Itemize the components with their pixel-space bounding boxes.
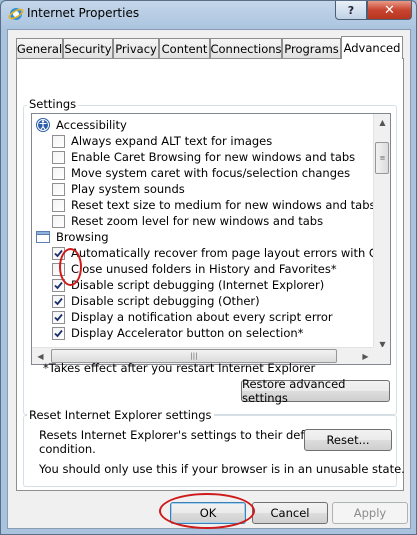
setting-label: Close unused folders in History and Favo… bbox=[71, 262, 337, 276]
setting-checkbox-row[interactable]: Automatically recover from page layout e… bbox=[52, 245, 391, 261]
restore-advanced-settings-button[interactable]: Restore advanced settings bbox=[241, 377, 390, 405]
setting-checkbox-row[interactable]: Play system sounds bbox=[52, 181, 185, 197]
setting-checkbox-row[interactable]: Reset zoom level for new windows and tab… bbox=[52, 213, 323, 229]
checkbox-checked[interactable] bbox=[52, 294, 65, 308]
setting-checkbox-row[interactable]: Disable script debugging (Other) bbox=[52, 293, 260, 309]
setting-label: Enable Caret Browsing for new windows an… bbox=[71, 150, 356, 164]
tab-connections[interactable]: Connections bbox=[210, 38, 282, 58]
setting-label: Play system sounds bbox=[71, 182, 185, 196]
setting-checkbox-row[interactable]: Move system caret with focus/selection c… bbox=[52, 165, 350, 181]
checkbox-unchecked[interactable] bbox=[52, 134, 65, 148]
setting-checkbox-row[interactable]: Display a notification about every scrip… bbox=[52, 309, 333, 325]
restart-footnote: *Takes effect after you restart Internet… bbox=[43, 361, 316, 375]
reset-description-line2: condition. bbox=[39, 442, 96, 456]
browsing-icon bbox=[35, 229, 51, 245]
title-bar[interactable]: Internet Properties ? ✕ bbox=[1, 1, 416, 27]
checkmark-icon bbox=[54, 249, 63, 257]
ok-button[interactable]: OK bbox=[170, 502, 246, 524]
cancel-button[interactable]: Cancel bbox=[252, 502, 328, 524]
setting-checkbox-row[interactable]: Display Accelerator button on selection* bbox=[52, 325, 303, 341]
close-button[interactable]: ✕ bbox=[367, 1, 412, 20]
setting-label: Accessibility bbox=[56, 118, 127, 132]
checkbox-unchecked[interactable] bbox=[52, 214, 65, 228]
scroll-corner bbox=[373, 347, 390, 364]
setting-label: Automatically recover from page layout e… bbox=[71, 246, 391, 260]
checkbox-checked[interactable] bbox=[52, 246, 65, 260]
tab-security[interactable]: Security bbox=[63, 38, 113, 58]
checkmark-icon bbox=[54, 281, 63, 289]
setting-checkbox-row[interactable]: Disable script debugging (Internet Explo… bbox=[52, 277, 324, 293]
tab-content[interactable]: Content bbox=[159, 38, 210, 58]
checkbox-unchecked[interactable] bbox=[52, 262, 65, 276]
setting-checkbox-row[interactable]: Reset text size to medium for new window… bbox=[52, 197, 376, 213]
reset-description-line1: Resets Internet Explorer's settings to t… bbox=[39, 428, 327, 442]
setting-label: Reset zoom level for new windows and tab… bbox=[71, 214, 324, 228]
apply-button[interactable]: Apply bbox=[332, 502, 408, 524]
settings-category: Browsing bbox=[35, 229, 109, 245]
setting-label: Reset text size to medium for new window… bbox=[71, 198, 376, 212]
checkbox-unchecked[interactable] bbox=[52, 150, 65, 164]
tab-advanced[interactable]: Advanced bbox=[341, 36, 403, 59]
vertical-scrollbar[interactable]: ▲ ≡ ▼ bbox=[373, 114, 390, 353]
settings-category: Accessibility bbox=[35, 117, 127, 133]
window-title: Internet Properties bbox=[27, 6, 140, 20]
settings-list[interactable]: Accessibility Always expand ALT text for … bbox=[31, 113, 391, 365]
vertical-scroll-thumb[interactable]: ≡ bbox=[375, 142, 389, 174]
setting-label: Always expand ALT text for images bbox=[71, 134, 273, 148]
advanced-tab-panel: Settings Accessibility Always expand ALT … bbox=[16, 58, 405, 491]
internet-explorer-icon bbox=[8, 6, 24, 22]
setting-checkbox-row[interactable]: Close unused folders in History and Favo… bbox=[52, 261, 337, 277]
checkmark-icon bbox=[54, 297, 63, 305]
setting-label: Disable script debugging (Internet Explo… bbox=[71, 278, 325, 292]
setting-label: Display a notification about every scrip… bbox=[71, 310, 333, 324]
checkbox-unchecked[interactable] bbox=[52, 166, 65, 180]
reset-button[interactable]: Reset... bbox=[304, 429, 392, 451]
setting-label: Disable script debugging (Other) bbox=[71, 294, 260, 308]
checkmark-icon bbox=[54, 329, 63, 337]
scroll-right-icon[interactable]: ▶ bbox=[357, 348, 374, 364]
scroll-up-icon[interactable]: ▲ bbox=[374, 114, 390, 131]
tab-programs[interactable]: Programs bbox=[282, 38, 341, 58]
reset-group-label: Reset Internet Explorer settings bbox=[27, 408, 214, 422]
reset-warning: You should only use this if your browser… bbox=[39, 462, 405, 476]
settings-group-label: Settings bbox=[27, 97, 79, 111]
checkbox-checked[interactable] bbox=[52, 326, 65, 340]
setting-checkbox-row[interactable]: Enable Caret Browsing for new windows an… bbox=[52, 149, 355, 165]
accessibility-icon bbox=[35, 117, 51, 133]
tab-general[interactable]: General bbox=[16, 38, 63, 58]
setting-checkbox-row[interactable]: Always expand ALT text for images bbox=[52, 133, 272, 149]
setting-label: Move system caret with focus/selection c… bbox=[71, 166, 351, 180]
checkbox-checked[interactable] bbox=[52, 310, 65, 324]
internet-properties-window: Internet Properties ? ✕ General Security… bbox=[0, 0, 417, 535]
checkbox-unchecked[interactable] bbox=[52, 182, 65, 196]
tab-privacy[interactable]: Privacy bbox=[113, 38, 159, 58]
setting-label: Display Accelerator button on selection* bbox=[71, 326, 304, 340]
help-button[interactable]: ? bbox=[335, 1, 367, 20]
setting-label: Browsing bbox=[56, 230, 109, 244]
checkbox-unchecked[interactable] bbox=[52, 198, 65, 212]
checkbox-checked[interactable] bbox=[52, 278, 65, 292]
dialog-client: General Security Privacy Content Connect… bbox=[7, 29, 411, 529]
checkmark-icon bbox=[54, 313, 63, 321]
